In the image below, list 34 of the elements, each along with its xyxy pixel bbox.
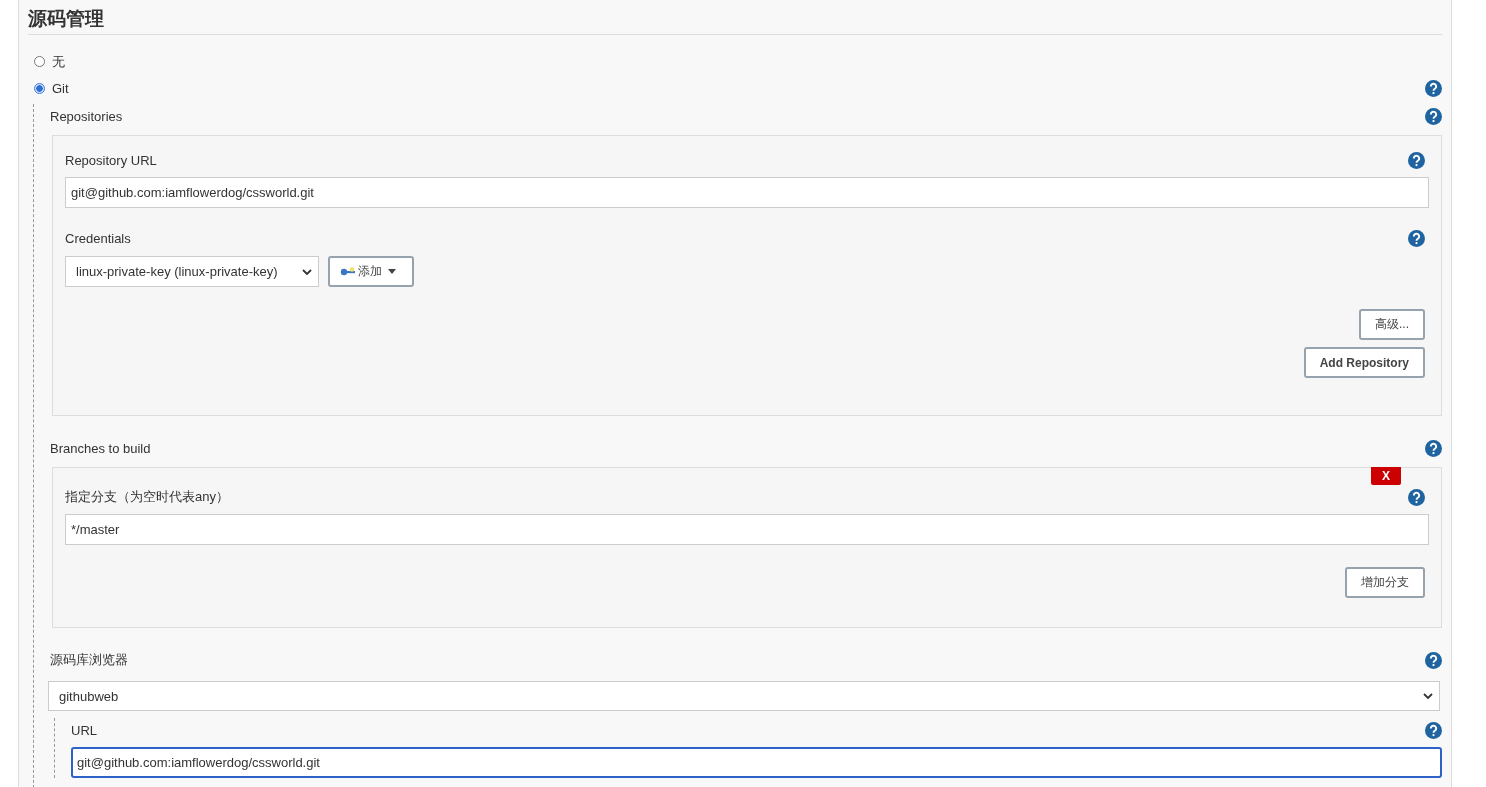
field-label: 指定分支（为空时代表any） bbox=[65, 488, 229, 506]
help-icon[interactable] bbox=[1425, 80, 1442, 97]
credentials-dropdown[interactable]: linux-private-key (linux-private-key) bbox=[65, 256, 319, 287]
add-branch-button[interactable]: 增加分支 bbox=[1345, 567, 1425, 598]
help-icon[interactable] bbox=[1425, 439, 1442, 457]
radio-button[interactable] bbox=[34, 83, 45, 94]
radio-label[interactable]: 无 bbox=[52, 52, 65, 71]
branches-label: Branches to build bbox=[50, 440, 151, 456]
help-icon[interactable] bbox=[1408, 488, 1425, 506]
field-label: Repository URL bbox=[65, 152, 157, 168]
add-repository-button[interactable]: Add Repository bbox=[1303, 347, 1425, 378]
radio-button[interactable] bbox=[34, 56, 45, 67]
field-label: Credentials bbox=[65, 230, 131, 246]
input-field[interactable]: */master bbox=[65, 514, 1429, 545]
help-icon[interactable] bbox=[1425, 107, 1442, 125]
key-icon bbox=[340, 266, 356, 277]
browser-dropdown[interactable]: githubweb bbox=[48, 681, 1440, 711]
advanced-button[interactable]: 高级... bbox=[1359, 309, 1425, 340]
help-icon[interactable] bbox=[1408, 229, 1425, 247]
browser-label: 源码库浏览器 bbox=[50, 651, 128, 669]
chevron-down-icon bbox=[1423, 693, 1433, 699]
chevron-down-icon bbox=[302, 268, 312, 275]
radio-label[interactable]: Git bbox=[52, 81, 69, 96]
field-label: URL bbox=[71, 722, 97, 738]
caret-icon bbox=[388, 269, 396, 274]
section-title: 源码管理 bbox=[28, 8, 1442, 35]
repositories-label: Repositories bbox=[50, 108, 123, 124]
add-credentials-button[interactable]: 添加 bbox=[328, 256, 414, 287]
delete-button[interactable]: X bbox=[1371, 467, 1401, 485]
help-icon[interactable] bbox=[1425, 651, 1442, 669]
help-icon[interactable] bbox=[1408, 151, 1425, 169]
help-icon[interactable] bbox=[1425, 721, 1442, 739]
input-field[interactable]: git@github.com:iamflowerdog/cssworld.git bbox=[71, 747, 1442, 778]
input-field[interactable]: git@github.com:iamflowerdog/cssworld.git bbox=[65, 177, 1429, 208]
